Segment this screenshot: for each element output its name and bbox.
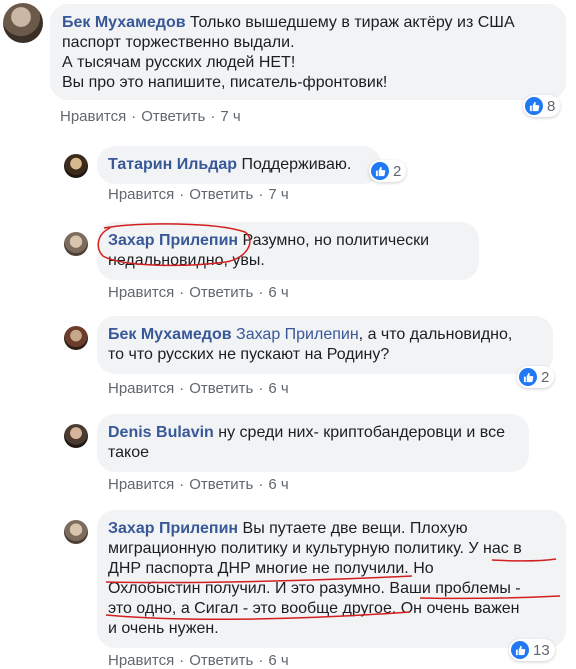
like-link[interactable]: Нравится: [108, 284, 174, 301]
reaction-count[interactable]: 8: [523, 95, 561, 117]
reaction-number: 8: [547, 97, 556, 115]
comment-text: ну среди них- криптобандеровци и все: [218, 424, 506, 441]
reaction-count[interactable]: 2: [517, 366, 555, 388]
comment-text: А тысячам русских людей НЕТ!: [62, 54, 296, 71]
separator: ·: [258, 476, 264, 493]
comment-bubble: Бек Мухамедов Только вышедшему в тираж а…: [50, 4, 566, 100]
comment-text: Вы путаете две вещи. Плохую: [242, 520, 468, 537]
comment-text: ДНР паспорта ДНР многие не получили. Но: [108, 560, 434, 577]
comment-bubble: Denis Bulavin ну среди них- криптобандер…: [97, 414, 529, 472]
separator: ·: [179, 186, 185, 203]
comment-author[interactable]: Бек Мухамедов: [62, 14, 186, 31]
like-link[interactable]: Нравится: [108, 380, 174, 397]
separator: ·: [258, 284, 264, 301]
reply-link[interactable]: Ответить: [189, 284, 253, 301]
like-link[interactable]: Нравится: [108, 476, 174, 493]
comment-author[interactable]: Бек Мухамедов: [108, 326, 232, 343]
comment-bubble: Татарин Ильдар Поддерживаю.: [97, 146, 381, 184]
reply-link[interactable]: Ответить: [189, 652, 253, 669]
comment-text: миграционную политику и культурную полит…: [108, 540, 522, 557]
separator: ·: [131, 108, 137, 125]
like-link[interactable]: Нравится: [108, 186, 174, 203]
comment-text: Вы про это напишите, писатель-фронтовик!: [62, 74, 388, 91]
separator: ·: [258, 380, 264, 397]
reply-link[interactable]: Ответить: [189, 476, 253, 493]
comment-author[interactable]: Татарин Ильдар: [108, 156, 237, 173]
comment-text: паспорт торжественно выдали.: [62, 34, 295, 51]
comment-text: Охлобыстин получил. И это разумно. Ваши …: [108, 580, 521, 597]
separator: ·: [258, 186, 264, 203]
avatar[interactable]: [64, 520, 88, 544]
separator: ·: [179, 284, 185, 301]
comment-text: Только вышедшему в тираж актёру из США: [190, 14, 515, 31]
avatar[interactable]: [64, 326, 88, 350]
timestamp[interactable]: 7 ч: [220, 108, 240, 125]
separator: ·: [179, 652, 185, 669]
avatar[interactable]: [64, 232, 88, 256]
separator: ·: [179, 380, 185, 397]
reaction-number: 2: [541, 368, 550, 386]
timestamp[interactable]: 6 ч: [268, 380, 288, 397]
comment-text: и очень нужен.: [108, 620, 219, 637]
comment-text: Разумно, но политически: [242, 232, 430, 249]
comment-text: недальновидно, увы.: [108, 252, 265, 269]
thumbs-up-icon: [371, 162, 389, 180]
comment-actions: Нравится · Ответить · 6 ч: [108, 652, 289, 669]
separator: ·: [210, 108, 216, 125]
separator: ·: [179, 476, 185, 493]
comment-text: это одно, а Сигал - это вообще другое. О…: [108, 600, 520, 617]
like-link[interactable]: Нравится: [60, 108, 126, 125]
reaction-number: 2: [393, 162, 402, 180]
comment-actions: Нравится · Ответить · 6 ч: [108, 284, 289, 301]
comment-author[interactable]: Захар Прилепин: [108, 520, 238, 537]
comment-bubble: Захар Прилепин Разумно, но политически н…: [97, 222, 479, 280]
comment-author[interactable]: Denis Bulavin: [108, 424, 214, 441]
comment-text: то что русских не пускают на Родину?: [108, 346, 390, 363]
reply-link[interactable]: Ответить: [189, 186, 253, 203]
reaction-number: 13: [533, 641, 550, 659]
reaction-count[interactable]: 2: [369, 160, 407, 182]
avatar[interactable]: [64, 424, 88, 448]
comment-bubble: Захар Прилепин Вы путаете две вещи. Плох…: [97, 510, 566, 648]
thumbs-up-icon: [511, 641, 529, 659]
comment-bubble: Бек Мухамедов Захар Прилепин, а что даль…: [97, 316, 553, 374]
avatar[interactable]: [64, 154, 88, 178]
reply-link[interactable]: Ответить: [189, 380, 253, 397]
comment-actions: Нравится · Ответить · 7 ч: [108, 186, 289, 203]
separator: ·: [258, 652, 264, 669]
comment-text: , а что дальновидно,: [358, 326, 513, 343]
reply-link[interactable]: Ответить: [141, 108, 205, 125]
reaction-count[interactable]: 13: [509, 639, 555, 661]
timestamp[interactable]: 6 ч: [268, 652, 288, 669]
like-link[interactable]: Нравится: [108, 652, 174, 669]
timestamp[interactable]: 7 ч: [268, 186, 288, 203]
mention-link[interactable]: Захар Прилепин: [236, 326, 359, 343]
comment-actions: Нравится · Ответить · 6 ч: [108, 476, 289, 493]
comment-text: такое: [108, 444, 150, 461]
timestamp[interactable]: 6 ч: [268, 476, 288, 493]
comment-actions: Нравится · Ответить · 7 ч: [60, 108, 241, 125]
thumbs-up-icon: [519, 368, 537, 386]
comment-actions: Нравится · Ответить · 6 ч: [108, 380, 289, 397]
thumbs-up-icon: [525, 97, 543, 115]
comment-text: Поддерживаю.: [241, 156, 352, 173]
comment-author[interactable]: Захар Прилепин: [108, 232, 238, 249]
timestamp[interactable]: 6 ч: [268, 284, 288, 301]
avatar[interactable]: [3, 3, 43, 43]
